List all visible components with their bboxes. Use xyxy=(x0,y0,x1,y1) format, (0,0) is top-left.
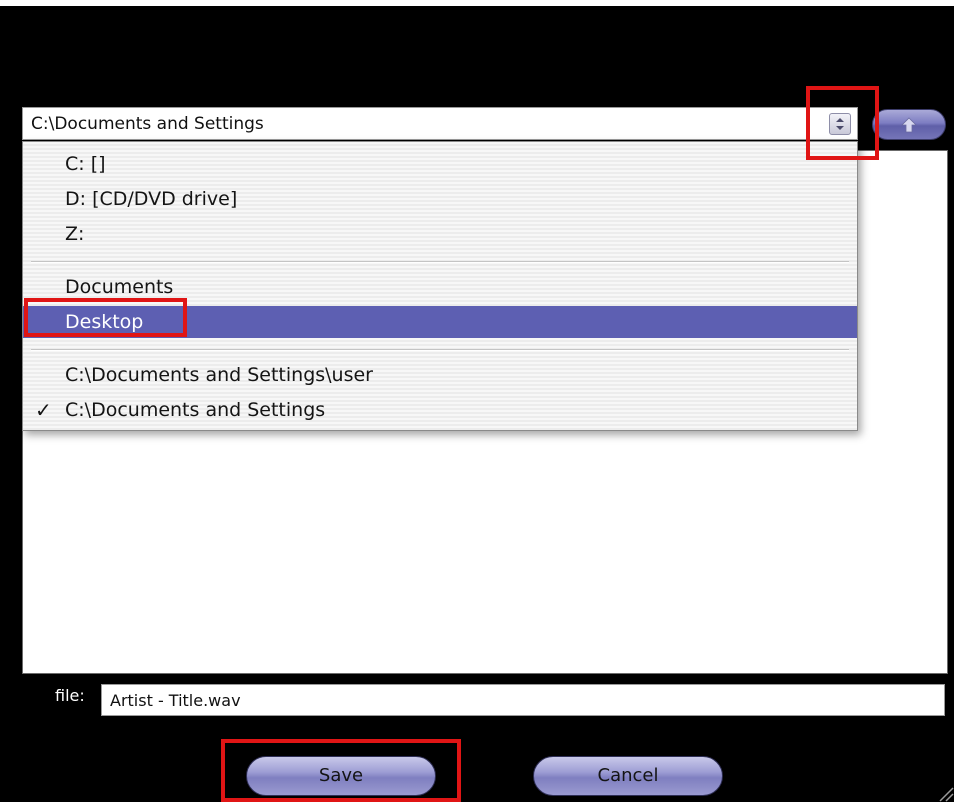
menu-item-documents-and-settings[interactable]: ✓ C:\Documents and Settings xyxy=(23,394,857,426)
file-name-input[interactable] xyxy=(101,684,945,716)
up-arrow-icon xyxy=(901,117,917,133)
save-dialog: C:\Documents and Settings C: [] D: [CD/D… xyxy=(0,6,954,802)
path-dropdown[interactable]: C:\Documents and Settings xyxy=(22,107,858,140)
checkmark-icon: ✓ xyxy=(35,398,52,422)
cancel-button[interactable]: Cancel xyxy=(533,756,723,796)
resize-grip-icon[interactable] xyxy=(934,782,954,802)
up-folder-button[interactable] xyxy=(872,109,946,140)
save-button[interactable]: Save xyxy=(246,756,436,796)
menu-item-label: Documents xyxy=(65,276,174,298)
menu-item-drive-d[interactable]: D: [CD/DVD drive] xyxy=(23,183,857,215)
highlight-box-combo-arrows xyxy=(806,86,879,160)
menu-item-label: D: [CD/DVD drive] xyxy=(65,188,238,210)
highlight-box-desktop xyxy=(24,298,187,337)
current-path: C:\Documents and Settings xyxy=(31,114,264,134)
menu-separator xyxy=(31,349,849,351)
menu-item-label: C:\Documents and Settings xyxy=(65,399,326,421)
menu-item-user-folder[interactable]: C:\Documents and Settings\user xyxy=(23,359,857,391)
menu-separator xyxy=(31,261,849,263)
path-dropdown-menu: C: [] D: [CD/DVD drive] Z: Documents Des… xyxy=(22,141,858,431)
menu-item-label: C: [] xyxy=(65,153,106,175)
menu-item-label: Z: xyxy=(65,223,85,245)
menu-item-label: C:\Documents and Settings\user xyxy=(65,364,373,386)
menu-item-drive-c[interactable]: C: [] xyxy=(23,148,857,180)
menu-item-drive-z[interactable]: Z: xyxy=(23,218,857,250)
file-label: file: xyxy=(55,686,85,705)
